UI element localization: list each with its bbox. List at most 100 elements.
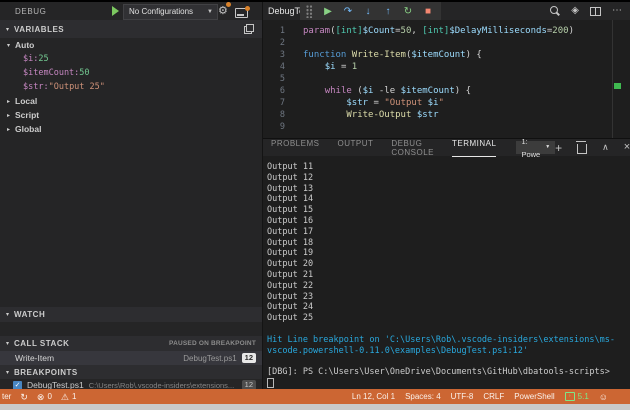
maximize-panel-icon[interactable]: ∧ <box>602 142 609 153</box>
new-terminal-icon[interactable]: + <box>555 142 562 154</box>
terminal-line: Output 22 <box>267 281 630 292</box>
callstack-frame-row[interactable]: Write-Item DebugTest.ps1 12 <box>0 351 262 365</box>
step-over-icon[interactable]: ↷ <box>338 6 358 17</box>
panel-tabs: PROBLEMS OUTPUT DEBUG CONSOLE TERMINAL <box>271 139 514 157</box>
code-token: 50 <box>401 26 412 36</box>
error-count-value: 0 <box>47 392 51 401</box>
error-count[interactable]: ⊗ 0 <box>37 392 52 402</box>
code-line: $i = 1 <box>303 61 630 73</box>
status-item-spaces-4[interactable]: Spaces: 4 <box>405 392 441 401</box>
breakpoints-section-header[interactable]: ▾ BREAKPOINTS <box>0 365 262 379</box>
variables-group-global[interactable]: ▸Global <box>0 122 262 136</box>
code-token: $str <box>346 98 368 108</box>
line-number: 2 <box>263 37 285 49</box>
code-token: ) <box>569 26 574 36</box>
frame-function-name: Write-Item <box>15 353 54 363</box>
watch-section-header[interactable]: ▾ WATCH <box>0 307 262 322</box>
code-token: $str <box>417 110 439 120</box>
terminal-select[interactable]: 1: Powe ▼ <box>516 141 555 154</box>
warning-count-value: 1 <box>72 392 76 401</box>
line-number: 8 <box>263 109 285 121</box>
terminal-line: Output 17 <box>267 227 630 238</box>
editor-tab-debugtest[interactable]: DebugTe <box>268 6 304 16</box>
open-preview-icon[interactable] <box>549 6 560 17</box>
start-debug-icon[interactable] <box>112 6 119 16</box>
variables-section-header[interactable]: ▾ VARIABLES <box>0 20 262 38</box>
code-token: [int] <box>422 26 449 36</box>
open-changes-icon[interactable]: ◈ <box>571 5 579 17</box>
variable-name: $i: <box>23 54 38 64</box>
code-content: param([int]$Count=50, [int]$DelayMillise… <box>303 25 630 133</box>
line-number: 9 <box>263 121 285 133</box>
bottom-panel: PROBLEMS OUTPUT DEBUG CONSOLE TERMINAL 1: P… <box>263 138 630 389</box>
status-item-ln-12-col-1[interactable]: Ln 12, Col 1 <box>352 392 395 401</box>
terminal-line <box>267 324 630 335</box>
close-panel-icon[interactable]: × <box>624 142 630 153</box>
overview-ruler-marker <box>614 83 621 89</box>
line-number: 1 <box>263 25 285 37</box>
powershell-version[interactable]: › 5.1 <box>565 392 589 401</box>
more-actions-icon[interactable]: ⋯ <box>612 5 622 17</box>
code-token <box>303 98 346 108</box>
variables-group-local[interactable]: ▸Local <box>0 94 262 108</box>
variable-row[interactable]: $str: "Output 25" <box>0 80 262 94</box>
status-bar-left: ter ↻ ⊗ 0 ⚠ 1 <box>0 392 76 402</box>
terminal-line: Output 15 <box>267 205 630 216</box>
line-number: 3 <box>263 49 285 61</box>
feedback-smiley-icon[interactable]: ☺ <box>599 392 608 402</box>
warning-count[interactable]: ⚠ 1 <box>61 392 77 402</box>
group-label: Global <box>15 124 41 134</box>
toolbar-drag-grip-icon[interactable] <box>306 5 313 18</box>
desktop-below-window <box>0 404 630 410</box>
terminal-line: Output 24 <box>267 302 630 313</box>
status-item-utf-8[interactable]: UTF-8 <box>451 392 474 401</box>
status-items: Ln 12, Col 1 Spaces: 4 UTF-8 CRLF PowerShell <box>352 392 555 401</box>
callstack-section-header[interactable]: ▾ CALL STACK PAUSED ON BREAKPOINT <box>0 336 262 351</box>
code-token: while <box>325 86 352 96</box>
tree-collapsed-icon: ▸ <box>7 126 15 133</box>
debug-console-icon[interactable] <box>235 8 248 18</box>
step-into-icon[interactable]: ↓ <box>358 6 378 17</box>
variables-tree: ▾Auto$i: 25$itemCount: 50$str: "Output 2… <box>0 38 262 136</box>
terminal-line: Output 19 <box>267 248 630 259</box>
frame-file-name: DebugTest.ps1 <box>183 354 236 363</box>
panel-tab-terminal[interactable]: TERMINAL <box>452 139 496 157</box>
terminal-line: Output 16 <box>267 216 630 227</box>
terminal-line: [DBG]: PS C:\Users\User\OneDrive\Documen… <box>267 367 630 378</box>
panel-tab-problems[interactable]: PROBLEMS <box>271 139 319 157</box>
variables-group-auto[interactable]: ▾Auto <box>0 38 262 52</box>
variable-value: 25 <box>38 54 48 64</box>
code-token <box>303 62 325 72</box>
status-item-powershell[interactable]: PowerShell <box>514 392 554 401</box>
split-editor-icon[interactable] <box>590 7 601 16</box>
debug-sidebar: DEBUG No Configurations ▼ ⚙ ▾ VARIABLES … <box>0 2 262 389</box>
section-expand-icon: ▾ <box>6 26 14 33</box>
terminal-select-caret-icon: ▼ <box>545 141 550 154</box>
code-editor[interactable]: 123456789 param([int]$Count=50, [int]$De… <box>263 20 630 138</box>
tree-collapsed-icon: ▸ <box>7 112 15 119</box>
terminal-output: Output 11Output 12Output 13Output 14Outp… <box>267 162 630 389</box>
variables-group-script[interactable]: ▸Script <box>0 108 262 122</box>
configure-gear-icon[interactable]: ⚙ <box>218 5 228 17</box>
editor-scrollbar[interactable] <box>612 20 613 138</box>
debug-configurations-dropdown[interactable]: No Configurations ▼ <box>123 4 218 20</box>
branch-label-partial[interactable]: ter <box>2 392 11 401</box>
stop-icon[interactable]: ■ <box>418 6 438 17</box>
panel-tab-debug-console[interactable]: DEBUG CONSOLE <box>391 139 434 157</box>
restart-icon[interactable]: ↻ <box>398 6 418 17</box>
panel-tab-output[interactable]: OUTPUT <box>337 139 373 157</box>
code-token: $DelayMilliseconds <box>449 26 547 36</box>
group-label: Script <box>15 110 39 120</box>
continue-icon[interactable]: ▶ <box>318 6 338 17</box>
collapse-all-icon[interactable] <box>244 24 254 34</box>
terminal-view[interactable]: Output 11Output 12Output 13Output 14Outp… <box>263 156 630 389</box>
kill-terminal-icon[interactable] <box>577 144 587 154</box>
variable-row[interactable]: $itemCount: 50 <box>0 66 262 80</box>
step-out-icon[interactable]: ↑ <box>378 6 398 17</box>
sync-icon[interactable]: ↻ <box>20 392 28 402</box>
terminal-line: Output 13 <box>267 184 630 195</box>
status-item-crlf[interactable]: CRLF <box>483 392 504 401</box>
editor-group: DebugTe ▶ ↷ ↓ ↑ ↻ ■ ◈ ⋯ 123456789 param(… <box>263 2 630 389</box>
variable-row[interactable]: $i: 25 <box>0 52 262 66</box>
terminal-line: Output 18 <box>267 238 630 249</box>
